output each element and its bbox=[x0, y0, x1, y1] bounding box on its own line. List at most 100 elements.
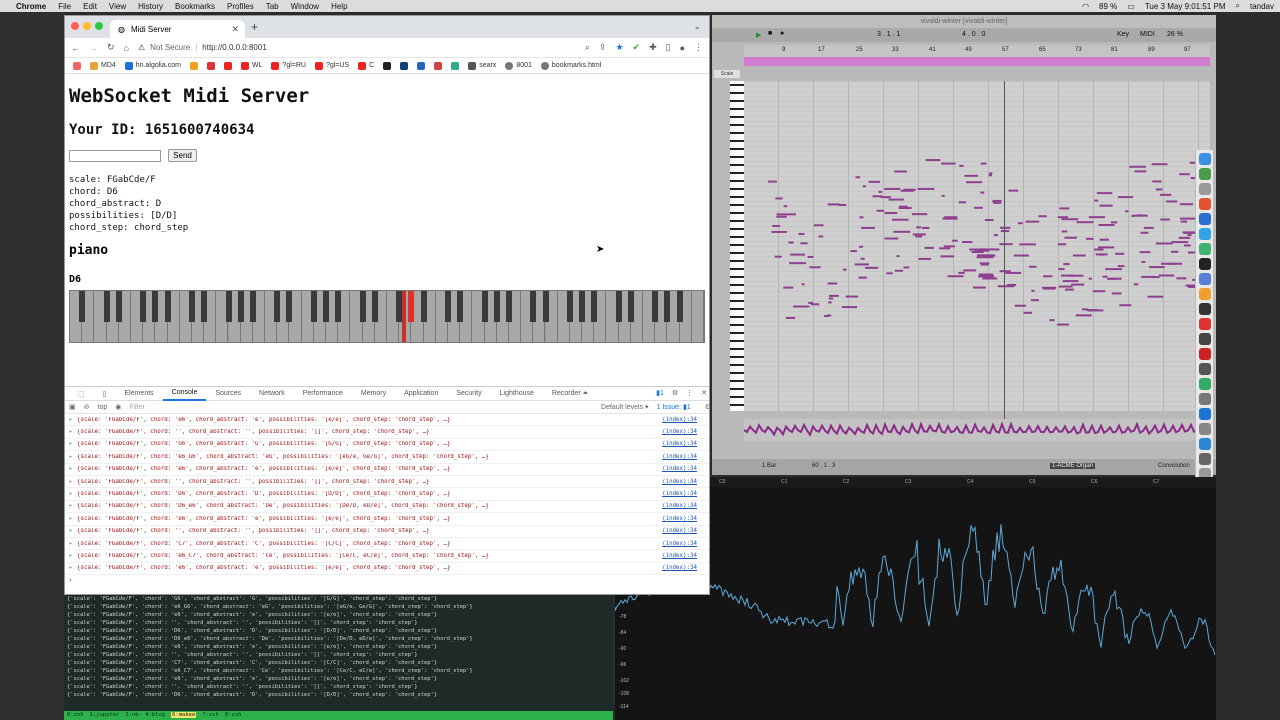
expand-arrow-icon[interactable]: ▸ bbox=[69, 503, 73, 509]
midi-editor-piano-roll-keys[interactable] bbox=[730, 81, 744, 411]
log-source-link[interactable]: (index):34 bbox=[662, 516, 697, 522]
log-object[interactable]: {scale: 'FGabCde/F', chord: '', chord_ab… bbox=[77, 528, 430, 534]
tab-console[interactable]: Console bbox=[162, 387, 207, 401]
black-key[interactable] bbox=[188, 291, 195, 322]
app-icon[interactable] bbox=[1198, 453, 1211, 465]
log-object[interactable]: {scale: 'FGabCde/F', chord: 'C7', chord_… bbox=[77, 541, 450, 547]
app-icon[interactable] bbox=[1198, 438, 1211, 450]
share-icon[interactable]: ⇪ bbox=[599, 42, 607, 53]
black-key[interactable] bbox=[79, 291, 86, 322]
midi-button[interactable]: MIDI bbox=[1140, 31, 1155, 38]
black-key[interactable] bbox=[371, 291, 378, 322]
log-object[interactable]: {scale: 'FGabCde/F', chord: '', chord_ab… bbox=[77, 429, 430, 435]
app-icon[interactable] bbox=[1198, 288, 1211, 300]
reload-icon[interactable]: ↻ bbox=[107, 42, 115, 53]
tab-recorder[interactable]: Recorder ⏶ bbox=[543, 387, 597, 401]
datetime[interactable]: Tue 3 May 9:01:51 PM bbox=[1145, 2, 1226, 11]
issues-badge[interactable]: ▮1 bbox=[656, 389, 664, 397]
expand-arrow-icon[interactable]: ▸ bbox=[69, 441, 73, 447]
more-options-icon[interactable]: ⋮ bbox=[686, 389, 693, 397]
menu-help[interactable]: Help bbox=[331, 2, 347, 11]
address-bar[interactable]: ⚠ Not Secure | http://0.0.0.0:8001 bbox=[138, 41, 576, 55]
user-name[interactable]: tandav bbox=[1250, 2, 1274, 11]
log-object[interactable]: {scale: 'FGabCde/F', chord: 'D6', chord_… bbox=[77, 491, 450, 497]
expand-arrow-icon[interactable]: ▸ bbox=[69, 429, 73, 435]
sidebar-icon[interactable]: ▯ bbox=[666, 42, 671, 53]
console-log-row[interactable]: ▸ {scale: 'FGabCde/F', chord: 'e6', chord… bbox=[65, 414, 709, 427]
app-icon[interactable] bbox=[1198, 228, 1211, 240]
new-tab-icon[interactable]: + bbox=[251, 20, 258, 34]
console-filter-input[interactable]: Filter bbox=[129, 404, 539, 411]
bookmark-icon-only[interactable] bbox=[189, 61, 198, 70]
expand-arrow-icon[interactable]: ▸ bbox=[69, 417, 73, 423]
close-tab-icon[interactable]: ✕ bbox=[231, 24, 239, 35]
log-object[interactable]: {scale: 'FGabCde/F', chord: '', chord_ab… bbox=[77, 479, 430, 485]
home-icon[interactable]: ⌂ bbox=[124, 43, 129, 53]
expand-arrow-icon[interactable]: ▸ bbox=[69, 454, 73, 460]
expand-arrow-icon[interactable]: ▸ bbox=[69, 466, 73, 472]
log-object[interactable]: {scale: 'FGabCde/F', chord: 'G6', chord_… bbox=[77, 441, 450, 447]
context-select[interactable]: top bbox=[98, 404, 108, 411]
log-source-link[interactable]: (index):34 bbox=[662, 503, 697, 509]
bookmark-wl[interactable]: WL bbox=[240, 61, 262, 70]
expand-arrow-icon[interactable]: ▸ bbox=[69, 516, 73, 522]
message-input[interactable] bbox=[69, 150, 161, 162]
black-key[interactable] bbox=[249, 291, 256, 322]
console-log-row[interactable]: ▸ {scale: 'FGabCde/F', chord: 'e6', chord… bbox=[65, 464, 709, 476]
black-key[interactable] bbox=[274, 291, 281, 322]
app-icon[interactable] bbox=[1198, 183, 1211, 195]
app-icon[interactable] bbox=[1198, 213, 1211, 225]
tmux-window[interactable]: 7:zsh bbox=[202, 712, 219, 718]
black-key[interactable] bbox=[566, 291, 573, 322]
close-window-button[interactable] bbox=[71, 22, 79, 30]
console-log-row[interactable]: ▸ {scale: 'FGabCde/F', chord: 'C7', chord… bbox=[65, 538, 709, 551]
bookmark-md4[interactable]: MD4 bbox=[90, 61, 116, 70]
black-key[interactable] bbox=[444, 291, 451, 322]
black-key[interactable] bbox=[457, 291, 464, 322]
black-key[interactable] bbox=[237, 291, 244, 322]
settings-gear-icon[interactable]: ⚙ bbox=[672, 389, 678, 397]
bookmark-gl-us[interactable]: ?gl=US bbox=[314, 61, 349, 70]
key-button[interactable]: Key bbox=[1117, 31, 1129, 38]
black-key[interactable] bbox=[164, 291, 171, 322]
log-object[interactable]: {scale: 'FGabCde/F', chord: 'e6_G6', cho… bbox=[77, 454, 489, 460]
not-secure-label[interactable]: Not Secure bbox=[150, 43, 190, 52]
black-key[interactable] bbox=[579, 291, 586, 322]
black-key[interactable] bbox=[286, 291, 293, 322]
tab-sources[interactable]: Sources bbox=[206, 387, 250, 401]
eye-icon[interactable]: ◉ bbox=[115, 403, 121, 411]
midi-note-grid[interactable] bbox=[744, 81, 1215, 411]
black-key[interactable] bbox=[676, 291, 683, 322]
tmux-window[interactable]: 0:zsh bbox=[67, 712, 84, 718]
console-log-row[interactable]: ▸ {scale: 'FGabCde/F', chord: 'e6', chord… bbox=[65, 513, 709, 526]
tmux-window[interactable]: 6:makee bbox=[171, 712, 197, 718]
console-log-row[interactable]: ▸ {scale: 'FGabCde/F', chord: 'D6_e6', ch… bbox=[65, 501, 709, 514]
menu-profiles[interactable]: Profiles bbox=[227, 2, 254, 11]
log-object[interactable]: {scale: 'FGabCde/F', chord: 'D6_e6', cho… bbox=[77, 503, 489, 509]
black-key[interactable] bbox=[140, 291, 147, 322]
bookmark-icon-only[interactable] bbox=[400, 61, 409, 70]
log-object[interactable]: {scale: 'FGabCde/F', chord: 'e6', chord_… bbox=[77, 466, 450, 472]
browser-tab[interactable]: ◍ Midi Server ✕ bbox=[110, 20, 245, 38]
expand-arrow-icon[interactable]: ▸ bbox=[69, 553, 73, 559]
app-icon[interactable] bbox=[1198, 243, 1211, 255]
app-icon[interactable] bbox=[1198, 303, 1211, 315]
black-key[interactable] bbox=[310, 291, 317, 322]
stop-icon[interactable]: ■ bbox=[768, 30, 772, 37]
bookmark-icon-only[interactable] bbox=[73, 61, 81, 70]
log-source-link[interactable]: (index):34 bbox=[662, 553, 697, 559]
sidebar-toggle-icon[interactable]: ▣ bbox=[69, 403, 76, 411]
black-key[interactable] bbox=[152, 291, 159, 322]
menu-app-name[interactable]: Chrome bbox=[16, 2, 46, 11]
bookmark-icon-only[interactable] bbox=[451, 61, 460, 70]
tab-elements[interactable]: Elements bbox=[115, 387, 162, 401]
close-devtools-icon[interactable]: ✕ bbox=[701, 389, 707, 397]
black-key[interactable] bbox=[505, 291, 512, 322]
black-key[interactable] bbox=[664, 291, 671, 322]
menu-history[interactable]: History bbox=[138, 2, 163, 11]
forward-icon[interactable]: → bbox=[89, 43, 98, 53]
log-source-link[interactable]: (index):34 bbox=[662, 429, 697, 435]
chrome-icon[interactable] bbox=[1198, 198, 1211, 210]
menu-window[interactable]: Window bbox=[291, 2, 319, 11]
issues-count[interactable]: 1 Issue: ▮1 bbox=[657, 403, 691, 411]
